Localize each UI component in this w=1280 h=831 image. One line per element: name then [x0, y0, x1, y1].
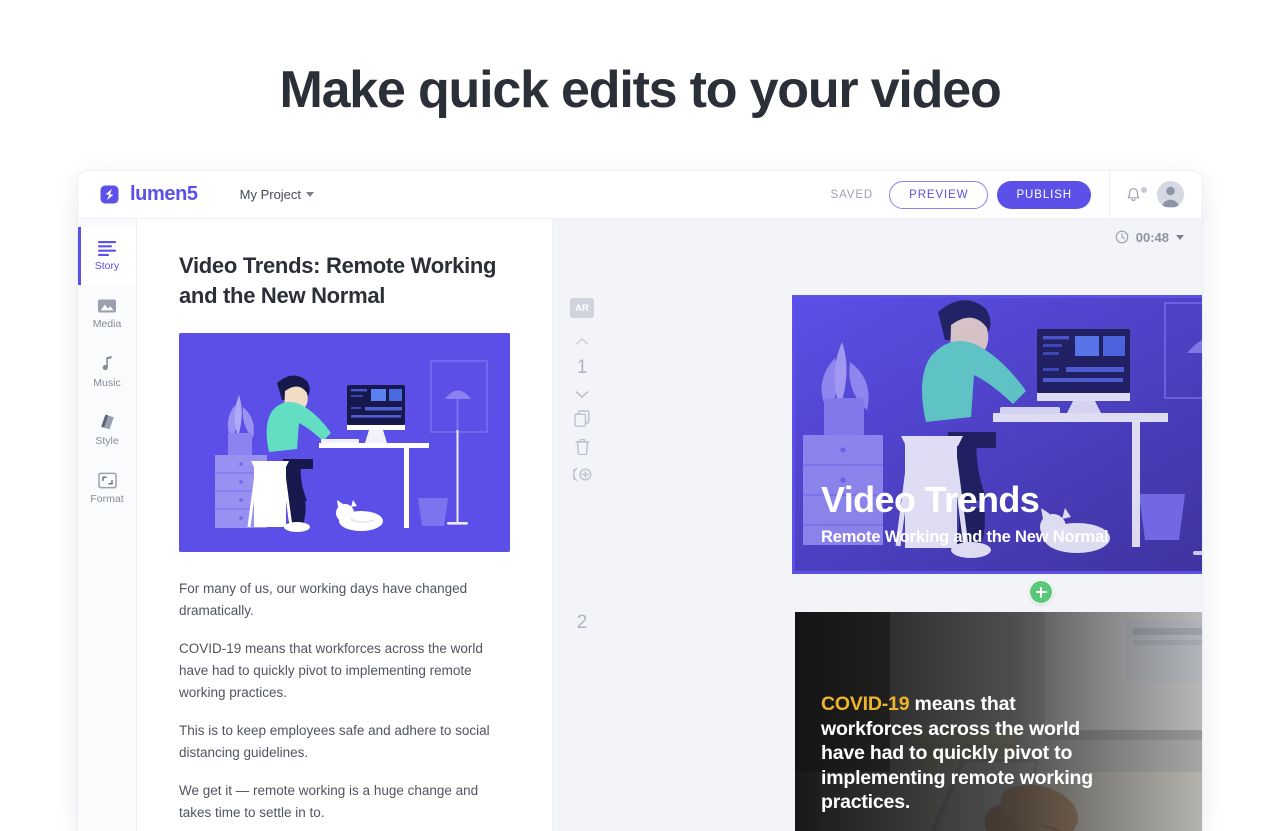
sidebar-rail: Story Media Music Style Format	[78, 219, 137, 831]
sidebar-item-style[interactable]: Style	[78, 401, 136, 459]
sidebar-item-media[interactable]: Media	[78, 285, 136, 343]
story-title[interactable]: Video Trends: Remote Working and the New…	[179, 251, 512, 311]
story-paragraph[interactable]: We get it — remote working is a huge cha…	[179, 780, 512, 823]
app-window: lumen5 My Project SAVED PREVIEW PUBLISH	[78, 171, 1202, 831]
music-note-icon	[98, 355, 116, 373]
publish-button[interactable]: PUBLISH	[997, 180, 1091, 209]
scene-controls: AR 1	[553, 298, 611, 483]
preview-button[interactable]: PREVIEW	[889, 180, 989, 209]
notifications-button[interactable]	[1118, 185, 1149, 204]
scene-1[interactable]: Video Trends Remote Working and the New …	[792, 295, 1202, 574]
video-duration[interactable]: 00:48	[1115, 230, 1184, 245]
sidebar-item-label: Style	[95, 435, 119, 447]
notification-badge-dot	[1140, 185, 1148, 194]
story-lines-icon	[97, 240, 117, 256]
scene-heading: Video Trends	[821, 479, 1040, 521]
scene-canvas: 00:48 AR 1 2 Video Trends Remote Working…	[553, 219, 1202, 831]
scene-transition-icon[interactable]	[572, 466, 592, 483]
scene-2-highlight: COVID-19	[821, 693, 910, 715]
topbar-divider	[1109, 171, 1110, 219]
move-scene-up-icon[interactable]	[575, 337, 589, 346]
sidebar-item-story[interactable]: Story	[78, 227, 136, 285]
project-name: My Project	[239, 187, 302, 202]
app-body: Story Media Music Style Format Video Tre…	[78, 219, 1202, 831]
lumen5-diamond-logo-icon	[98, 183, 121, 206]
duration-value: 00:48	[1135, 229, 1169, 245]
scene-subheading: Remote Working and the New Normal	[821, 528, 1109, 546]
sidebar-item-label: Music	[93, 377, 121, 389]
image-icon	[97, 298, 117, 314]
duplicate-scene-icon[interactable]	[574, 410, 590, 427]
crop-format-icon	[97, 472, 117, 489]
aspect-ratio-button[interactable]: AR	[570, 298, 594, 318]
scene-2[interactable]: COVID-19 means that workforces across th…	[795, 612, 1202, 831]
sidebar-item-label: Media	[92, 318, 122, 330]
story-panel: Video Trends: Remote Working and the New…	[137, 219, 553, 831]
brand-name: lumen5	[130, 183, 198, 205]
sidebar-item-label: Format	[90, 492, 124, 505]
scene-1-text[interactable]: Video Trends Remote Working and the New …	[821, 481, 1202, 547]
sidebar-item-music[interactable]: Music	[78, 343, 136, 401]
sidebar-item-format[interactable]: Format	[78, 459, 136, 517]
scene-2-text[interactable]: COVID-19 means that workforces across th…	[821, 692, 1111, 815]
brand[interactable]: lumen5	[78, 183, 198, 206]
story-paragraph[interactable]: COVID-19 means that workforces across th…	[179, 638, 512, 703]
topbar-actions: SAVED PREVIEW PUBLISH	[830, 171, 1203, 219]
sidebar-item-label: Story	[94, 260, 120, 272]
chevron-down-icon	[306, 192, 315, 197]
avatar[interactable]	[1157, 181, 1184, 208]
story-paragraph[interactable]: For many of us, our working days have ch…	[179, 578, 512, 621]
story-paragraph[interactable]: This is to keep employees safe and adher…	[179, 720, 512, 763]
chevron-down-icon	[1176, 234, 1184, 240]
move-scene-down-icon[interactable]	[575, 390, 589, 399]
canvas-toolbar: 00:48	[553, 219, 1202, 255]
style-palette-icon	[98, 413, 117, 431]
scene-number: 1	[576, 357, 588, 378]
story-thumbnail[interactable]	[179, 333, 510, 553]
user-avatar-icon	[1157, 181, 1184, 208]
saved-status: SAVED	[830, 188, 874, 201]
project-selector[interactable]: My Project	[239, 187, 315, 202]
delete-scene-icon[interactable]	[574, 438, 590, 455]
page-title: Make quick edits to your video	[279, 61, 1001, 119]
clock-icon	[1115, 230, 1129, 244]
add-scene-button[interactable]	[1029, 580, 1053, 604]
topbar: lumen5 My Project SAVED PREVIEW PUBLISH	[78, 171, 1202, 219]
scene-number: 2	[576, 612, 588, 633]
